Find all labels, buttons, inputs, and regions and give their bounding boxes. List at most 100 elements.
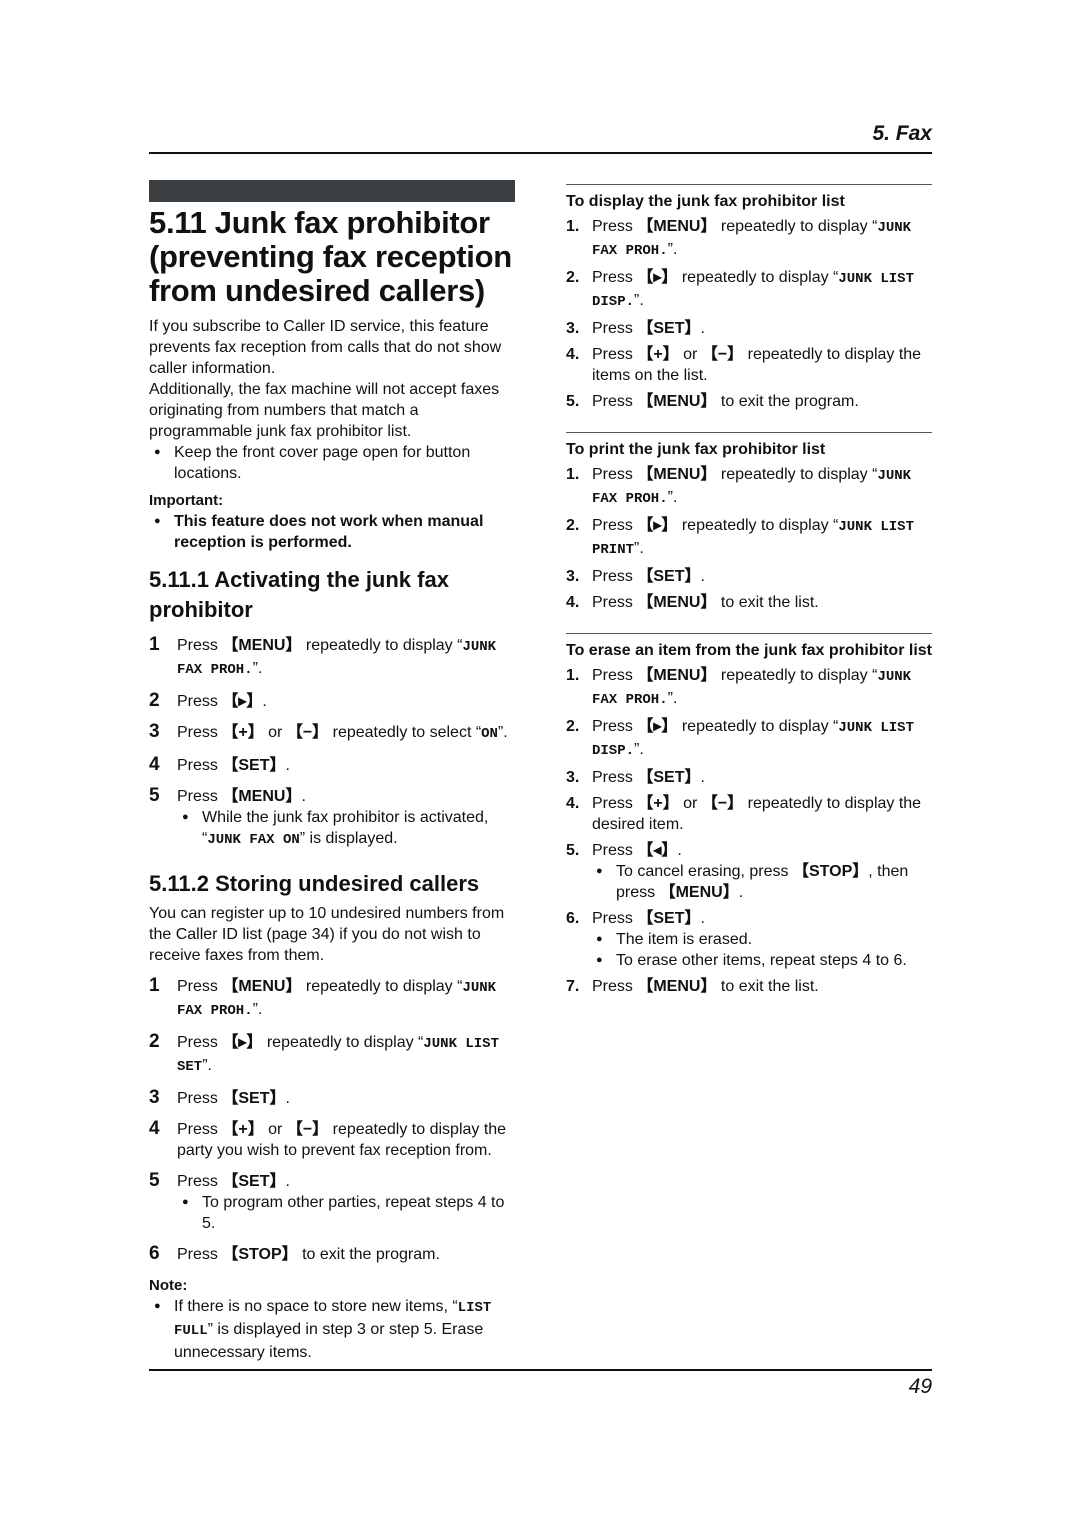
step-text-part: ”.: [634, 292, 644, 309]
display-text: ON: [481, 726, 498, 742]
button-key-label: 【SET】: [222, 1173, 286, 1190]
button-key-label: 【MENU】: [222, 788, 302, 805]
step-number: 1: [149, 975, 160, 996]
activating-heading: 5.11.1 Activating the junk fax prohibito…: [149, 567, 449, 622]
step-text: Press 【SET】.: [592, 318, 932, 339]
step-item: 4. Press 【+】 or 【−】 repeatedly to display…: [566, 793, 932, 835]
step-item: 2 Press 【▸】.: [149, 690, 515, 712]
step-text-part: Press: [177, 1246, 223, 1263]
step-text-part: Press: [592, 978, 638, 995]
bullet-text: The item is erased.: [616, 931, 753, 948]
step-text-part: .: [285, 1090, 290, 1107]
print-list-section: To print the junk fax prohibitor list 1.…: [566, 432, 932, 613]
button-key-label: 【+】: [222, 724, 264, 741]
step-item: 4 Press 【SET】.: [149, 754, 515, 776]
display-list-steps: 1. Press 【MENU】 repeatedly to display “JU…: [566, 216, 932, 412]
step-text-part: repeatedly to display “: [716, 218, 878, 235]
step-text-part: .: [285, 757, 290, 774]
step-text: Press 【▸】 repeatedly to display “JUNK LI…: [592, 267, 932, 313]
important-label: Important:: [149, 492, 224, 509]
intro-paragraph-1: If you subscribe to Caller ID service, t…: [149, 318, 502, 377]
button-key-label: 【MENU】: [637, 978, 717, 995]
step-text-part: Press: [592, 594, 638, 611]
step-bullet: While the junk fax prohibitor is activat…: [177, 807, 515, 851]
step-text-part: to exit the program.: [716, 393, 859, 410]
step-text-part: to exit the list.: [716, 594, 819, 611]
step-text: Press 【MENU】 repeatedly to display “JUNK…: [592, 464, 932, 510]
step-text-part: .: [262, 693, 267, 710]
step-item: 6 Press 【STOP】 to exit the program.: [149, 1243, 515, 1265]
step-text-part: to exit the program.: [297, 1246, 440, 1263]
button-key-label: 【MENU】: [637, 393, 717, 410]
step-text-part: Press: [592, 718, 638, 735]
header-divider: [149, 152, 932, 154]
step-text: Press 【MENU】 repeatedly to display “JUNK…: [592, 665, 932, 711]
step-number: 4.: [566, 594, 580, 611]
step-item: 5 Press 【MENU】.While the junk fax prohibi…: [149, 785, 515, 851]
step-number: 2.: [566, 269, 580, 286]
step-text-part: Press: [592, 466, 638, 483]
step-text: Press 【MENU】.: [177, 786, 515, 807]
step-text-part: Press: [177, 724, 223, 741]
step-number: 3: [149, 721, 160, 742]
bullet-text: ” is displayed.: [299, 830, 398, 847]
right-column: To display the junk fax prohibitor list …: [566, 184, 932, 1017]
button-key-label: 【▸】: [222, 1034, 263, 1051]
step-text-part: ”.: [634, 540, 644, 557]
step-text-part: repeatedly to display “: [262, 1034, 424, 1051]
button-key-label: 【MENU】: [637, 594, 717, 611]
step-number: 2: [149, 1031, 160, 1052]
step-text-part: Press: [177, 757, 223, 774]
step-text-part: Press: [177, 1090, 223, 1107]
display-text: JUNK FAX ON: [207, 832, 300, 848]
step-text: Press 【MENU】 to exit the list.: [592, 592, 932, 613]
step-text-part: Press: [177, 978, 223, 995]
storing-steps: 1 Press 【MENU】 repeatedly to display “JUN…: [149, 975, 515, 1265]
step-text-part: Press: [177, 693, 223, 710]
button-key-label: 【SET】: [637, 568, 701, 585]
bullet-text: To cancel erasing, press: [616, 863, 793, 880]
step-number: 5.: [566, 842, 580, 859]
step-number: 4.: [566, 795, 580, 812]
step-text: Press 【MENU】 repeatedly to display “JUNK…: [177, 635, 515, 681]
step-text-part: Press: [177, 1034, 223, 1051]
page-title: 5.11 Junk fax prohibitor (preventing fax…: [149, 206, 515, 308]
step-text-part: Press: [592, 393, 638, 410]
step-bullet: To program other parties, repeat steps 4…: [177, 1192, 515, 1234]
button-key-label: 【+】: [637, 795, 679, 812]
step-text: Press 【◂】.: [592, 840, 932, 861]
step-number: 1: [149, 634, 160, 655]
step-item: 3. Press 【SET】.: [566, 767, 932, 788]
step-text-part: Press: [177, 1121, 223, 1138]
step-text: Press 【SET】.: [177, 1088, 515, 1109]
button-key-label: 【−】: [701, 346, 744, 363]
step-bullet: The item is erased.: [591, 929, 932, 950]
note-text: If there is no space to store new items,…: [174, 1298, 458, 1315]
button-key-label: 【SET】: [637, 910, 701, 927]
step-item: 5. Press 【MENU】 to exit the program.: [566, 391, 932, 412]
step-text-part: .: [677, 842, 682, 859]
step-number: 3: [149, 1087, 160, 1108]
display-list-section: To display the junk fax prohibitor list …: [566, 184, 932, 412]
step-text-part: Press: [592, 568, 638, 585]
erase-item-steps: 1. Press 【MENU】 repeatedly to display “JU…: [566, 665, 932, 997]
step-item: 1. Press 【MENU】 repeatedly to display “JU…: [566, 665, 932, 711]
step-number: 5: [149, 785, 160, 806]
step-item: 4. Press 【MENU】 to exit the list.: [566, 592, 932, 613]
step-text-part: or: [263, 1121, 287, 1138]
step-item: 1 Press 【MENU】 repeatedly to display “JUN…: [149, 975, 515, 1022]
step-text: Press 【SET】.: [592, 767, 932, 788]
step-text-part: to exit the list.: [716, 978, 819, 995]
button-key-label: 【MENU】: [659, 884, 739, 901]
step-number: 6.: [566, 910, 580, 927]
step-text-part: ”.: [634, 741, 644, 758]
step-item: 4 Press 【+】 or 【−】 repeatedly to display …: [149, 1118, 515, 1161]
step-text-part: repeatedly to display “: [677, 718, 839, 735]
button-key-label: 【SET】: [637, 320, 701, 337]
step-text: Press 【▸】 repeatedly to display “JUNK LI…: [177, 1032, 515, 1078]
storing-heading: 5.11.2 Storing undesired callers: [149, 871, 480, 896]
step-text-part: or: [263, 724, 287, 741]
step-text-part: .: [700, 568, 705, 585]
step-text: Press 【STOP】 to exit the program.: [177, 1244, 515, 1265]
step-text-part: Press: [592, 842, 638, 859]
